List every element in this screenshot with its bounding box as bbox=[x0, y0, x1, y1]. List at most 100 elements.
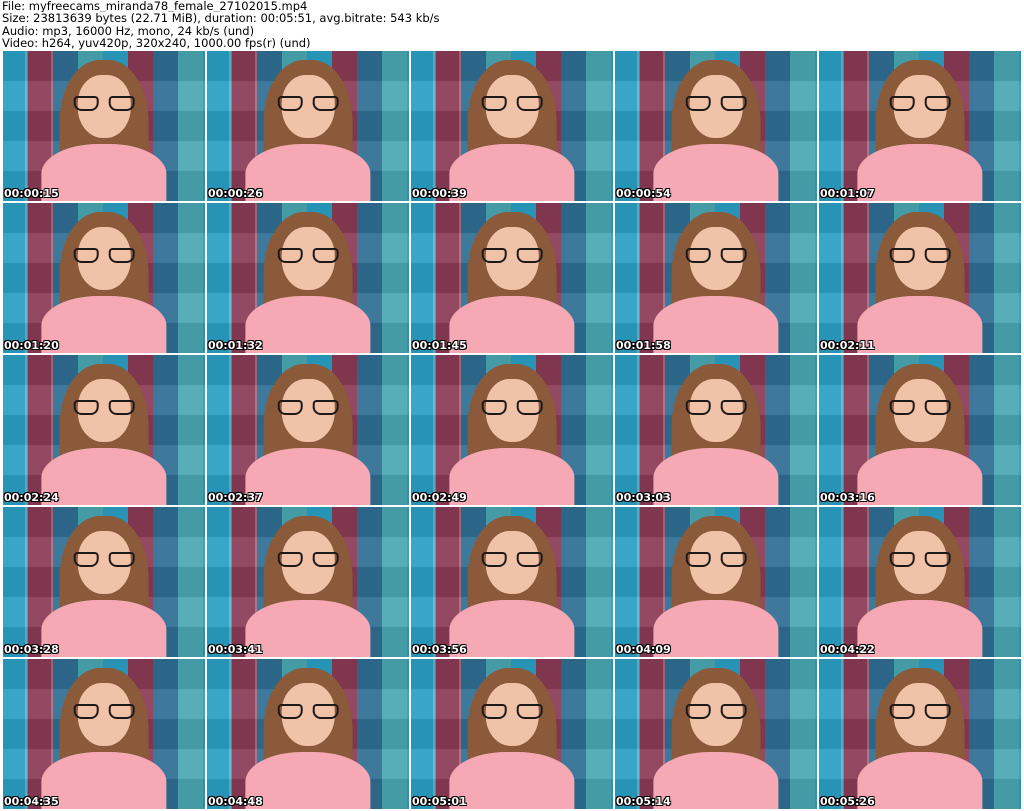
thumbnail-timestamp: 00:05:26 bbox=[820, 795, 875, 808]
thumbnail-timestamp: 00:02:24 bbox=[4, 491, 59, 504]
glasses-icon bbox=[685, 96, 747, 111]
person-shirt bbox=[653, 448, 779, 505]
video-thumbnail[interactable]: 00:02:24 bbox=[2, 354, 206, 506]
glasses-icon bbox=[73, 248, 135, 263]
glasses-icon bbox=[889, 552, 951, 567]
thumbnail-timestamp: 00:03:56 bbox=[412, 643, 467, 656]
audio-info-line: Audio: mp3, 16000 Hz, mono, 24 kb/s (und… bbox=[2, 24, 255, 38]
thumbnail-timestamp: 00:03:28 bbox=[4, 643, 59, 656]
thumbnail-timestamp: 00:04:35 bbox=[4, 795, 59, 808]
thumbnail-timestamp: 00:04:48 bbox=[208, 795, 263, 808]
video-thumbnail[interactable]: 00:02:37 bbox=[206, 354, 410, 506]
person-shirt bbox=[449, 448, 575, 505]
file-info-line: File: myfreecams_miranda78_female_271020… bbox=[2, 0, 308, 13]
glasses-icon bbox=[685, 552, 747, 567]
person-shirt bbox=[41, 296, 167, 353]
thumbnail-timestamp: 00:05:14 bbox=[616, 795, 671, 808]
video-thumbnail[interactable]: 00:01:58 bbox=[614, 202, 818, 354]
glasses-icon bbox=[481, 248, 543, 263]
thumbnail-timestamp: 00:02:49 bbox=[412, 491, 467, 504]
video-thumbnail[interactable]: 00:01:07 bbox=[818, 50, 1022, 202]
thumbnail-timestamp: 00:01:45 bbox=[412, 339, 467, 352]
person-shirt bbox=[41, 600, 167, 657]
glasses-icon bbox=[889, 400, 951, 415]
person-shirt bbox=[41, 752, 167, 809]
video-thumbnail[interactable]: 00:03:56 bbox=[410, 506, 614, 658]
thumbnail-grid: 00:00:15 00:00:26 00:00:39 00:00:54 00:01:07… bbox=[2, 50, 1022, 810]
glasses-icon bbox=[277, 248, 339, 263]
person-shirt bbox=[245, 752, 371, 809]
video-info-header: File: myfreecams_miranda78_female_271020… bbox=[2, 0, 1022, 50]
video-thumbnail[interactable]: 00:03:28 bbox=[2, 506, 206, 658]
glasses-icon bbox=[481, 704, 543, 719]
thumbnail-timestamp: 00:03:03 bbox=[616, 491, 671, 504]
person-shirt bbox=[857, 144, 983, 201]
video-thumbnail[interactable]: 00:04:09 bbox=[614, 506, 818, 658]
person-shirt bbox=[449, 144, 575, 201]
thumbnail-timestamp: 00:01:32 bbox=[208, 339, 263, 352]
video-thumbnail[interactable]: 00:03:16 bbox=[818, 354, 1022, 506]
video-thumbnail[interactable]: 00:04:22 bbox=[818, 506, 1022, 658]
video-thumbnail[interactable]: 00:00:15 bbox=[2, 50, 206, 202]
video-thumbnail[interactable]: 00:05:26 bbox=[818, 658, 1022, 810]
thumbnail-timestamp: 00:02:37 bbox=[208, 491, 263, 504]
video-thumbnail[interactable]: 00:03:41 bbox=[206, 506, 410, 658]
video-thumbnail[interactable]: 00:02:49 bbox=[410, 354, 614, 506]
glasses-icon bbox=[73, 704, 135, 719]
thumbnail-timestamp: 00:02:11 bbox=[820, 339, 875, 352]
video-thumbnail[interactable]: 00:01:32 bbox=[206, 202, 410, 354]
thumbnail-timestamp: 00:00:54 bbox=[616, 187, 671, 200]
glasses-icon bbox=[685, 248, 747, 263]
person-shirt bbox=[41, 448, 167, 505]
thumbnail-timestamp: 00:01:20 bbox=[4, 339, 59, 352]
thumbnail-timestamp: 00:04:09 bbox=[616, 643, 671, 656]
glasses-icon bbox=[889, 704, 951, 719]
person-shirt bbox=[653, 144, 779, 201]
person-shirt bbox=[857, 752, 983, 809]
person-shirt bbox=[857, 600, 983, 657]
video-thumbnail[interactable]: 00:03:03 bbox=[614, 354, 818, 506]
glasses-icon bbox=[277, 552, 339, 567]
video-info-line: Video: h264, yuv420p, 320x240, 1000.00 f… bbox=[2, 37, 311, 50]
glasses-icon bbox=[889, 96, 951, 111]
thumbnail-timestamp: 00:03:16 bbox=[820, 491, 875, 504]
person-shirt bbox=[449, 600, 575, 657]
video-thumbnail[interactable]: 00:00:39 bbox=[410, 50, 614, 202]
video-thumbnail[interactable]: 00:04:48 bbox=[206, 658, 410, 810]
person-shirt bbox=[857, 296, 983, 353]
thumbnail-timestamp: 00:00:15 bbox=[4, 187, 59, 200]
glasses-icon bbox=[73, 552, 135, 567]
glasses-icon bbox=[481, 552, 543, 567]
glasses-icon bbox=[481, 96, 543, 111]
video-thumbnail[interactable]: 00:01:20 bbox=[2, 202, 206, 354]
video-thumbnail[interactable]: 00:00:54 bbox=[614, 50, 818, 202]
person-shirt bbox=[857, 448, 983, 505]
person-shirt bbox=[449, 752, 575, 809]
thumbnail-timestamp: 00:04:22 bbox=[820, 643, 875, 656]
video-thumbnail[interactable]: 00:00:26 bbox=[206, 50, 410, 202]
video-thumbnail[interactable]: 00:05:01 bbox=[410, 658, 614, 810]
video-thumbnail[interactable]: 00:04:35 bbox=[2, 658, 206, 810]
person-shirt bbox=[245, 296, 371, 353]
person-shirt bbox=[245, 600, 371, 657]
glasses-icon bbox=[73, 96, 135, 111]
video-thumbnail[interactable]: 00:02:11 bbox=[818, 202, 1022, 354]
thumbnail-timestamp: 00:03:41 bbox=[208, 643, 263, 656]
thumbnail-timestamp: 00:05:01 bbox=[412, 795, 467, 808]
glasses-icon bbox=[277, 96, 339, 111]
person-shirt bbox=[653, 600, 779, 657]
person-shirt bbox=[41, 144, 167, 201]
glasses-icon bbox=[481, 400, 543, 415]
thumbnail-timestamp: 00:00:26 bbox=[208, 187, 263, 200]
size-info-line: Size: 23813639 bytes (22.71 MiB), durati… bbox=[2, 12, 440, 25]
glasses-icon bbox=[685, 400, 747, 415]
video-thumbnail[interactable]: 00:05:14 bbox=[614, 658, 818, 810]
person-shirt bbox=[653, 296, 779, 353]
video-thumbnail[interactable]: 00:01:45 bbox=[410, 202, 614, 354]
person-shirt bbox=[449, 296, 575, 353]
person-shirt bbox=[245, 144, 371, 201]
thumbnail-timestamp: 00:01:07 bbox=[820, 187, 875, 200]
person-shirt bbox=[653, 752, 779, 809]
glasses-icon bbox=[889, 248, 951, 263]
glasses-icon bbox=[277, 400, 339, 415]
